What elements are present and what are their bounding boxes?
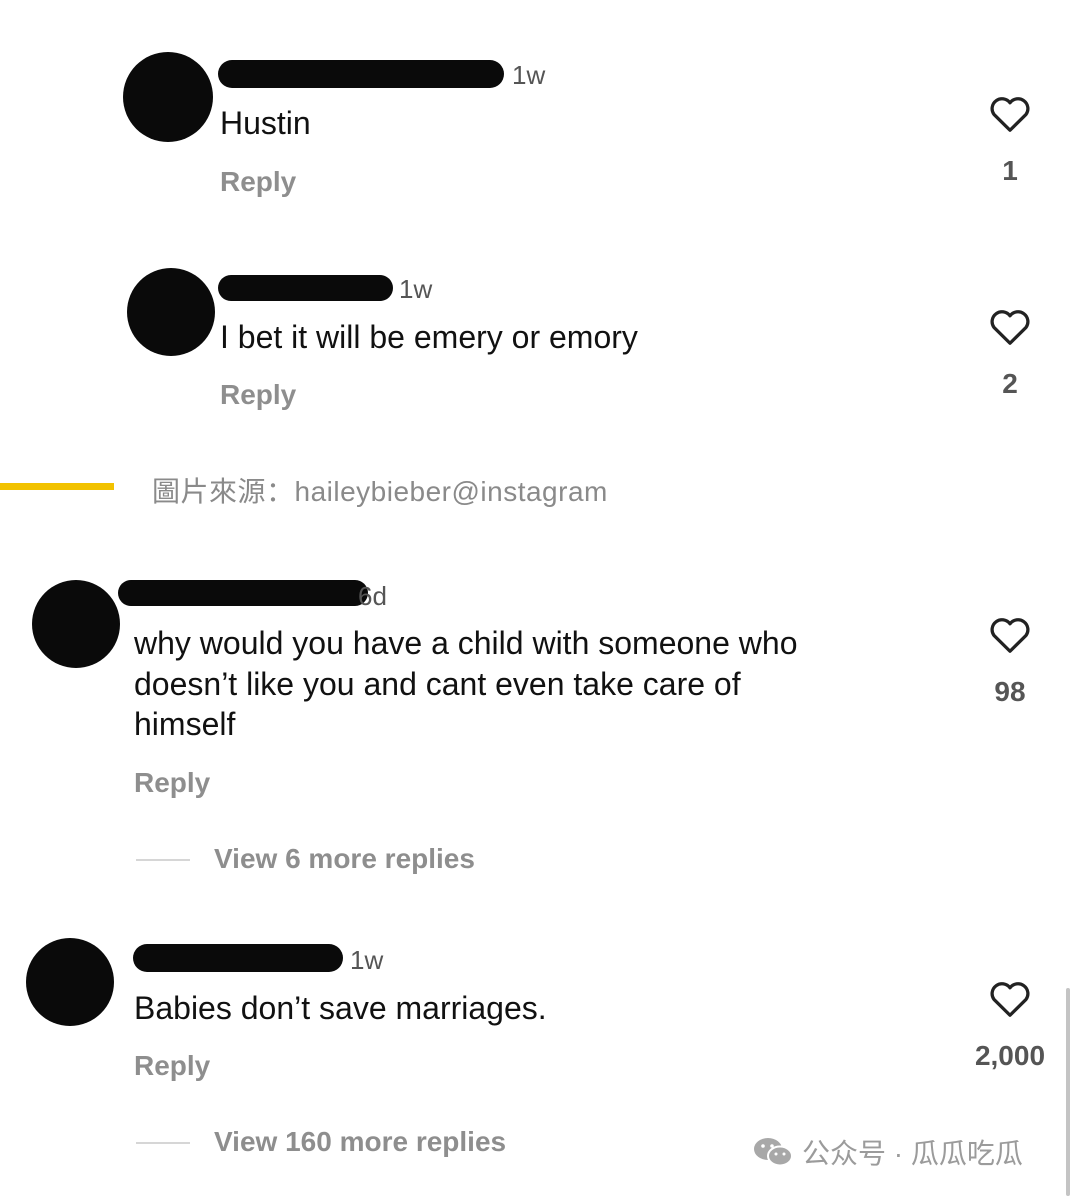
avatar[interactable] xyxy=(127,268,215,356)
heart-outline-icon[interactable] xyxy=(988,614,1032,654)
redacted-username xyxy=(133,944,343,972)
reply-button[interactable]: Reply xyxy=(220,379,296,411)
watermark: 公众号 · 瓜瓜吃瓜 xyxy=(752,1132,1023,1172)
scrollbar[interactable] xyxy=(1066,988,1070,1196)
avatar[interactable] xyxy=(123,52,213,142)
like-count: 1 xyxy=(1002,155,1018,186)
comment-timestamp: 6d xyxy=(358,581,387,611)
comment-text-line: doesn’t like you and cant even take care… xyxy=(134,666,741,702)
reply-button[interactable]: Reply xyxy=(134,767,210,799)
like-count: 2,000 xyxy=(974,1040,1046,1071)
comment-text: Hustin xyxy=(220,105,311,141)
view-more-divider xyxy=(136,1142,190,1144)
image-source-caption: 圖片來源：haileybieber@instagram xyxy=(152,476,608,507)
comment-text-line: why would you have a child with someone … xyxy=(134,625,798,661)
comment-timestamp: 1w xyxy=(350,945,384,975)
comment-timestamp: 1w xyxy=(512,60,546,90)
reply-button[interactable]: Reply xyxy=(134,1050,210,1082)
heart-outline-icon[interactable] xyxy=(988,978,1032,1018)
view-more-divider xyxy=(136,859,190,861)
view-more-replies-button[interactable]: View 160 more replies xyxy=(214,1126,506,1158)
redacted-username xyxy=(218,275,393,301)
like-count: 98 xyxy=(994,676,1026,707)
comment-timestamp: 1w xyxy=(399,274,433,304)
comment-text: Babies don’t save marriages. xyxy=(134,990,547,1026)
comment-text: I bet it will be emery or emory xyxy=(220,319,638,355)
view-more-replies-button[interactable]: View 6 more replies xyxy=(214,843,475,875)
heart-outline-icon[interactable] xyxy=(988,306,1032,346)
comment-text-line: himself xyxy=(134,706,236,742)
watermark-text: 公众号 · 瓜瓜吃瓜 xyxy=(802,1138,1023,1169)
avatar[interactable] xyxy=(32,580,120,668)
redacted-username xyxy=(218,60,504,88)
like-count: 2 xyxy=(1002,368,1018,399)
avatar[interactable] xyxy=(26,938,114,1026)
caption-accent-bar xyxy=(0,483,114,490)
wechat-icon xyxy=(754,1138,793,1167)
reply-button[interactable]: Reply xyxy=(220,166,296,198)
redacted-username xyxy=(118,580,368,606)
heart-outline-icon[interactable] xyxy=(988,93,1032,133)
